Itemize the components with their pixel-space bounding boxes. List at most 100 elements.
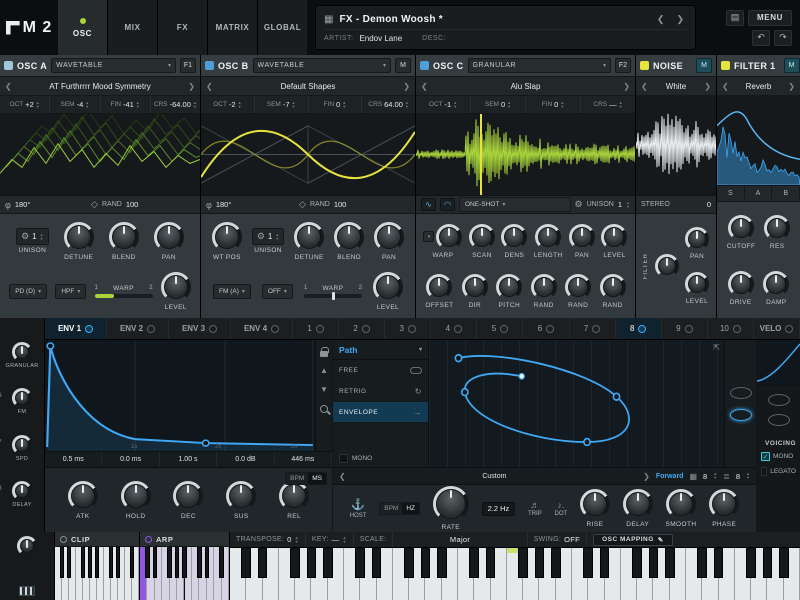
lfo-ellipse-tool-icon[interactable] xyxy=(730,387,752,399)
osc-b-detune-knob[interactable] xyxy=(294,222,324,252)
filter-1-route-button[interactable]: M xyxy=(784,58,800,73)
osc-c-route-button[interactable]: F2 xyxy=(615,58,631,73)
osc-a-route-button[interactable]: F1 xyxy=(180,58,196,73)
osc-a-detune-knob[interactable] xyxy=(64,222,94,252)
main-keyboard[interactable] xyxy=(230,548,800,600)
mod-source-granular[interactable]: GRANULAR xyxy=(6,342,39,369)
arp-mini-keyboard[interactable] xyxy=(140,547,229,600)
env-decay-value[interactable]: 1.00 s xyxy=(160,452,217,467)
piano-key-black[interactable] xyxy=(81,547,85,578)
piano-key-black[interactable] xyxy=(323,548,333,578)
master-mini-knob[interactable] xyxy=(17,536,37,556)
preset-list-icon[interactable]: ▤ xyxy=(726,10,744,26)
osc-a-fin-control[interactable]: FIN-41▲▼ xyxy=(101,96,151,113)
noise-stereo-value[interactable]: 0 xyxy=(707,200,711,209)
osc-a-phase-value[interactable]: 180° xyxy=(15,200,31,209)
filter-1-power-toggle[interactable] xyxy=(721,61,730,70)
top-tab-osc[interactable]: OSC xyxy=(58,0,107,55)
mod-drag-ring[interactable] xyxy=(362,325,370,333)
osc-c-warp-mode-select[interactable]: ▾ xyxy=(423,231,434,242)
piano-key-black[interactable] xyxy=(404,548,414,578)
osc-c-next-sample[interactable]: ❯ xyxy=(623,82,630,91)
piano-key-black[interactable] xyxy=(763,548,773,578)
mod-drag-ring[interactable] xyxy=(592,325,600,333)
env-zoom-out-icon[interactable]: ▼ xyxy=(319,384,330,395)
mod-source-delay[interactable]: 8DELAY xyxy=(12,481,32,508)
osc-a-prev-wavetable[interactable]: ❮ xyxy=(5,82,12,91)
mod-source-knob[interactable] xyxy=(12,481,32,501)
piano-key-black[interactable] xyxy=(437,548,447,578)
preset-prev-button[interactable]: ❮ xyxy=(654,14,668,25)
piano-key-black[interactable] xyxy=(307,548,317,578)
filter-1-cutoff-knob[interactable] xyxy=(728,215,754,241)
piano-key-black[interactable] xyxy=(632,548,642,578)
mod-drag-ring[interactable] xyxy=(209,325,217,333)
osc-c-playhead[interactable] xyxy=(480,114,482,195)
osc-a-warp-mode-select[interactable]: PD (D)▾ xyxy=(9,284,47,299)
mod-drag-ring[interactable] xyxy=(638,325,646,333)
osc-b-next-wavetable[interactable]: ❯ xyxy=(403,82,410,91)
osc-c-sem-control[interactable]: SEM0▲▼ xyxy=(471,96,526,113)
tab-env-2[interactable]: ENV 2 xyxy=(107,318,169,339)
piano-key-black[interactable] xyxy=(258,548,268,578)
osc-a-level-knob[interactable] xyxy=(161,272,191,302)
mod-source-fm[interactable]: 6FM xyxy=(12,388,32,415)
undo-icon[interactable]: ↶ xyxy=(752,30,770,46)
piano-key-black[interactable] xyxy=(372,548,382,578)
osc-a-power-toggle[interactable] xyxy=(4,61,13,70)
osc-b-blend-knob[interactable] xyxy=(334,222,364,252)
lfo-mono-checkbox[interactable] xyxy=(339,454,348,463)
osc-c-prev-sample[interactable]: ❮ xyxy=(421,82,428,91)
osc-b-warp-mode-select[interactable]: FM (A)▾ xyxy=(213,284,251,299)
piano-key-black[interactable] xyxy=(95,547,99,578)
osc-a-random-phase-icon[interactable]: ◇ xyxy=(91,199,98,210)
env-lock-icon[interactable] xyxy=(319,346,330,357)
clip-mini-keyboard[interactable] xyxy=(55,547,139,600)
osc-c-rand-pitch-knob[interactable] xyxy=(531,274,557,300)
key-control[interactable]: KEY: — ▲▼ xyxy=(306,532,354,547)
mod-source-knob[interactable] xyxy=(12,435,32,455)
osc-b-mode-select[interactable]: WAVETABLE▾ xyxy=(253,58,391,73)
osc-a-sem-control[interactable]: SEM-4▲▼ xyxy=(50,96,100,113)
piano-key-black[interactable] xyxy=(290,548,300,578)
preset-next-button[interactable]: ❯ xyxy=(673,14,687,25)
lfo-direction[interactable]: Forward xyxy=(656,473,684,480)
osc-c-scan-knob[interactable] xyxy=(469,224,495,250)
lfo-rate-knob[interactable] xyxy=(433,486,469,522)
osc-b-pan-knob[interactable] xyxy=(374,222,404,252)
lfo-shape-mode-select[interactable]: Path▾ xyxy=(333,340,428,360)
osc-b-oct-control[interactable]: OCT-2▲▼ xyxy=(201,96,255,113)
osc-b-wavetable-name[interactable]: Default Shapes xyxy=(217,82,400,91)
clip-power-icon[interactable] xyxy=(60,536,67,543)
osc-a-warp-slider[interactable] xyxy=(95,294,153,298)
mod-drag-ring[interactable] xyxy=(85,325,93,333)
lfo-path-editor[interactable]: ⇱ xyxy=(429,340,724,467)
piano-key-black[interactable] xyxy=(182,547,186,578)
voicing-oval-icon-1[interactable] xyxy=(768,394,790,406)
osc-c-crs-control[interactable]: CRS—▲▼ xyxy=(581,96,635,113)
menu-button[interactable]: MENU xyxy=(748,10,792,26)
filter-1-response-display[interactable] xyxy=(717,96,800,186)
osc-a-wavetable-name[interactable]: AT Furthrrrr Mood Symmetry xyxy=(16,82,185,91)
osc-c-power-toggle[interactable] xyxy=(420,61,429,70)
top-tab-fx[interactable]: FX xyxy=(158,0,207,55)
preset-browser[interactable]: ▦ FX - Demon Woosh * ❮ ❯ ARTIST: Endov L… xyxy=(315,5,696,50)
osc-b-crs-control[interactable]: CRS64.00▲▼ xyxy=(362,96,415,113)
mod-drag-ring[interactable] xyxy=(271,325,279,333)
osc-c-offset-knob[interactable] xyxy=(426,274,452,300)
osc-c-mode-select[interactable]: GRANULAR▾ xyxy=(468,58,611,73)
filter-1-tab-s[interactable]: S xyxy=(717,186,745,201)
mod-drag-ring[interactable] xyxy=(500,325,508,333)
piano-key-black[interactable] xyxy=(469,548,479,578)
lfo-prev-shape[interactable]: ❮ xyxy=(339,472,346,481)
lfo-ellipse-tool-active-icon[interactable] xyxy=(730,409,752,421)
piano-key-black[interactable] xyxy=(116,547,120,578)
preset-title[interactable]: FX - Demon Woosh * xyxy=(339,14,647,25)
env-ms-option[interactable]: MS xyxy=(308,473,326,484)
env-release-value[interactable]: 446 ms xyxy=(275,452,332,467)
piano-key-black[interactable] xyxy=(600,548,610,578)
lfo-anchor-icon[interactable]: ⚓ xyxy=(351,498,365,511)
lfo-hz-option[interactable]: HZ xyxy=(402,503,419,514)
lfo-dotted-toggle[interactable]: ♪.DOT xyxy=(554,500,567,517)
osc-c-grain-shape-icon[interactable]: ∿ xyxy=(421,198,436,211)
